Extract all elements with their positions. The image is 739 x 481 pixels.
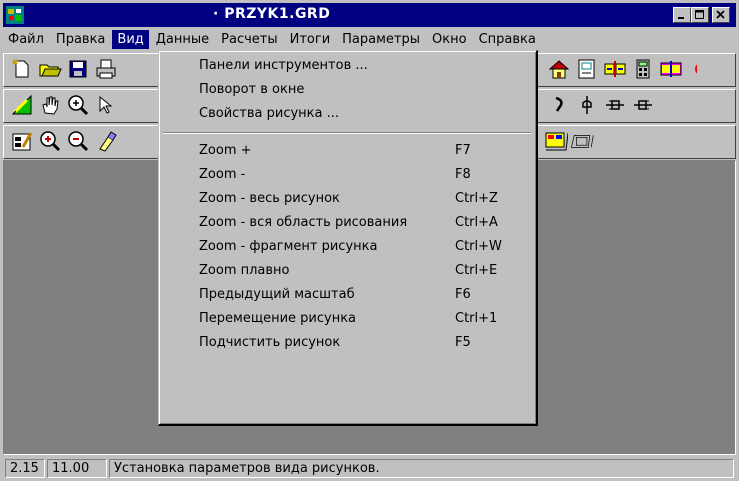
shortcut-move-drawing: Ctrl+1 — [455, 311, 498, 326]
shortcut-zoom-smooth: Ctrl+E — [455, 263, 498, 278]
menu-item-move-drawing[interactable]: Перемещение рисунка — [199, 309, 356, 329]
menu-item-zoom-in[interactable]: Zoom + — [199, 141, 252, 161]
menu-totals[interactable]: Итоги — [285, 30, 336, 49]
menu-file[interactable]: Файл — [3, 30, 49, 49]
maximize-icon — [695, 10, 704, 19]
save-disk-icon[interactable] — [66, 57, 90, 81]
shortcut-zoom-in: F7 — [455, 143, 471, 158]
menu-parameters-label: Параметры — [342, 31, 421, 47]
print-icon[interactable] — [94, 57, 118, 81]
menu-calculations-label: Расчеты — [221, 31, 278, 47]
menu-parameters[interactable]: Параметры — [337, 30, 425, 49]
app-icon[interactable] — [6, 6, 24, 24]
menu-item-rotate-window[interactable]: Поворот в окне — [199, 80, 304, 100]
status-coordinate-y: 11.00 — [47, 459, 107, 478]
house-icon[interactable] — [547, 57, 571, 81]
table-tab-icon[interactable] — [544, 129, 570, 153]
zoom-out-icon[interactable] — [66, 129, 90, 153]
status-coordinate-x: 2.15 — [5, 459, 45, 478]
menu-calculations[interactable]: Расчеты — [216, 30, 282, 49]
close-icon — [716, 10, 725, 19]
hand-pan-icon[interactable] — [38, 93, 62, 117]
menu-item-previous-scale[interactable]: Предыдущий масштаб — [199, 285, 355, 305]
pin-icon[interactable] — [575, 93, 599, 117]
frame-icon[interactable] — [575, 57, 599, 81]
menu-view[interactable]: Вид — [112, 29, 149, 49]
title-prefix: · — [213, 6, 219, 22]
menu-separator — [163, 132, 531, 134]
title-filename: PRZYK1.GRD — [224, 6, 331, 22]
menu-help-label: Справка — [478, 31, 536, 47]
pointer-icon[interactable] — [94, 93, 118, 117]
minimize-icon — [678, 17, 684, 19]
shortcut-clean-drawing: F5 — [455, 335, 471, 350]
shortcut-zoom-fragment: Ctrl+W — [455, 239, 502, 254]
menu-edit-label: Правка — [55, 31, 106, 47]
menu-item-zoom-whole-area[interactable]: Zoom - вся область рисования — [199, 213, 407, 233]
menu-data-label: Данные — [155, 31, 210, 47]
grid-toggle-icon[interactable] — [603, 57, 627, 81]
window-title: · PRZYK1.GRD — [213, 6, 330, 22]
maximize-button[interactable] — [691, 7, 709, 23]
calculator-icon[interactable] — [631, 57, 655, 81]
properties-icon[interactable] — [10, 129, 34, 153]
view-menu-dropdown: Панели инструментов ... Поворот в окне С… — [158, 50, 538, 426]
menu-window[interactable]: Окно — [427, 30, 472, 49]
title-bar[interactable]: · PRZYK1.GRD — [3, 3, 736, 27]
plug-left-icon[interactable] — [603, 93, 627, 117]
menu-help[interactable]: Справка — [474, 30, 541, 49]
minimize-button[interactable] — [673, 7, 691, 23]
shortcut-previous-scale: F6 — [455, 287, 471, 302]
menu-item-zoom-out[interactable]: Zoom - — [199, 165, 245, 185]
frame-tab-icon[interactable] — [570, 129, 604, 153]
menu-item-toolbars[interactable]: Панели инструментов ... — [199, 56, 368, 76]
edit-draw-icon[interactable] — [10, 93, 34, 117]
menu-item-zoom-smooth[interactable]: Zoom плавно — [199, 261, 290, 281]
plug-right-icon[interactable] — [631, 93, 655, 117]
menu-item-clean-drawing[interactable]: Подчистить рисунок — [199, 333, 340, 353]
menu-view-label: Вид — [117, 31, 144, 47]
menu-bar: Файл Правка Вид Данные Расчеты Итоги Пар… — [3, 27, 736, 51]
menu-window-label: Окно — [432, 31, 467, 47]
zoom-plus-icon[interactable] — [66, 93, 90, 117]
close-button[interactable] — [712, 7, 730, 23]
grid-toggle-alt-icon[interactable] — [659, 57, 683, 81]
status-message: Установка параметров вида рисунков. — [109, 459, 734, 478]
shortcut-zoom-whole-area: Ctrl+A — [455, 215, 498, 230]
menu-item-zoom-fragment[interactable]: Zoom - фрагмент рисунка — [199, 237, 377, 257]
eraser-icon[interactable] — [94, 129, 118, 153]
menu-file-label: Файл — [8, 31, 44, 47]
partial-red-icon[interactable] — [687, 57, 697, 81]
status-bar: 2.15 11.00 Установка параметров вида рис… — [3, 458, 736, 479]
menu-data[interactable]: Данные — [151, 30, 214, 49]
menu-item-drawing-properties[interactable]: Свойства рисунка ... — [199, 104, 339, 124]
shortcut-zoom-out: F8 — [455, 167, 471, 182]
menu-item-zoom-whole-drawing[interactable]: Zoom - весь рисунок — [199, 189, 340, 209]
zoom-in-icon[interactable] — [38, 129, 62, 153]
menu-totals-label: Итоги — [289, 31, 331, 47]
shortcut-zoom-whole-drawing: Ctrl+Z — [455, 191, 498, 206]
open-folder-icon[interactable] — [38, 57, 62, 81]
hook-icon[interactable] — [547, 93, 571, 117]
menu-edit[interactable]: Правка — [51, 30, 110, 49]
new-file-icon[interactable] — [10, 57, 34, 81]
